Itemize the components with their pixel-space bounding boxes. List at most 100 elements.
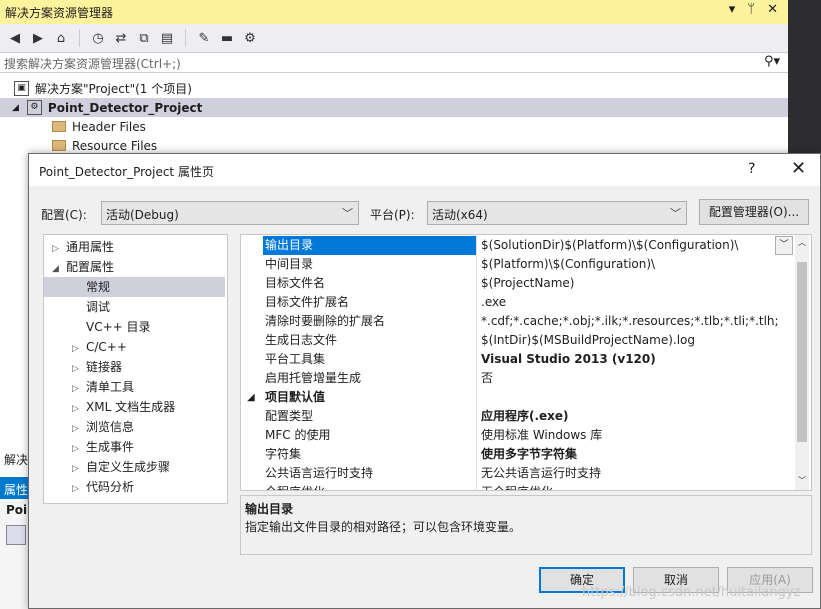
grid-row[interactable]: 中间目录 $(Platform)\$(Configuration)\ [241,255,795,274]
grid-row-value[interactable]: 无公共语言运行时支持 [481,464,779,483]
tree-item-label: 解决方案"Project"(1 个项目) [35,82,192,96]
sync-icon[interactable]: ⇄ [112,29,130,47]
nav-item[interactable]: ▷ XML 文档生成器 [44,397,225,417]
grid-row-value[interactable]: $(Platform)\$(Configuration)\ [481,255,779,274]
grid-category[interactable]: ◢ 项目默认值 [241,388,795,407]
nav-item[interactable]: 常规 [44,277,225,297]
preview-icon[interactable]: ▬ [218,29,236,47]
close-icon[interactable]: ✕ [767,2,778,17]
class-diagram-icon[interactable]: ⚙ [241,29,259,47]
config-select[interactable]: 活动(Debug) ﹀ [101,201,359,225]
grid-row[interactable]: 启用托管增量生成 否 [241,369,795,388]
nav-item[interactable]: ▷ 生成事件 [44,437,225,457]
expand-arrow-icon[interactable]: ▷ [72,479,86,499]
scrollbar-thumb[interactable] [797,262,807,442]
expand-arrow-icon[interactable]: ▷ [52,239,66,259]
chevron-down-icon[interactable]: ﹀ [775,236,793,255]
nav-item-label: 通用属性 [66,240,115,254]
config-select-value: 活动(Debug) [106,208,179,222]
nav-item-label: 链接器 [86,360,123,374]
grid-row[interactable]: 输出目录 $(SolutionDir)$(Platform)\$(Configur… [241,236,795,255]
forward-icon[interactable]: ▶ [29,29,47,47]
solution-tab-label[interactable]: 解决 [4,451,28,468]
expand-arrow-icon[interactable]: ▷ [72,339,86,359]
nav-item[interactable]: ▷ C/C++ [44,337,225,357]
help-icon[interactable]: ? [748,161,755,177]
nav-item[interactable]: ▷ 清单工具 [44,377,225,397]
grid-row[interactable]: 平台工具集 Visual Studio 2013 (v120) [241,350,795,369]
grid-row-value[interactable]: 应用程序(.exe) [481,407,779,426]
expand-arrow-icon[interactable]: ▷ [72,439,86,459]
nav-item[interactable]: 调试 [44,297,225,317]
grid-row-value[interactable]: 否 [481,369,779,388]
grid-row-name: 目标文件名 [265,276,326,290]
properties-wrench-icon[interactable]: ✎ [195,29,213,47]
chevron-down-icon: ﹀ [670,207,681,220]
grid-row-value[interactable]: 使用标准 Windows 库 [481,426,779,445]
property-nav-tree: ▷ 通用属性 ◢ 配置属性 常规 调试 VC++ 目录 ▷ C/C++ ▷ 链接器 ▷ 清单工具 ▷ XML… [43,234,228,504]
nav-item-label: 清单工具 [86,380,135,394]
toolbar-divider [79,29,80,47]
scroll-down-icon[interactable]: ﹀ [798,475,806,486]
history-icon[interactable]: ◷ [89,29,107,47]
tree-item-label: Point_Detector_Project [47,100,203,115]
grid-row[interactable]: 目标文件扩展名 .exe [241,293,795,312]
expand-arrow-icon[interactable]: ◢ [12,103,19,113]
grid-row[interactable]: 公共语言运行时支持 无公共语言运行时支持 [241,464,795,483]
nav-item-label: 生成事件 [86,440,135,454]
nav-item[interactable]: ▷ 浏览信息 [44,417,225,437]
grid-row-name: 清除时要删除的扩展名 [265,314,386,328]
grid-row-value[interactable]: 无全程序优化 [481,483,779,490]
expand-arrow-icon[interactable]: ▷ [72,359,86,379]
expand-arrow-icon[interactable]: ◢ [52,259,66,279]
config-manager-button[interactable]: 配置管理器(O)... [699,199,809,225]
grid-row[interactable]: 全程序优化无全程序优化 [241,483,795,490]
nav-item[interactable]: ▷ 链接器 [44,357,225,377]
expand-arrow-icon[interactable]: ▷ [72,399,86,419]
grid-row-name: 公共语言运行时支持 [265,466,374,480]
grid-row-name: MFC 的使用 [265,428,331,442]
nav-item[interactable]: VC++ 目录 [44,317,225,337]
search-icon[interactable]: ⚲▾ [764,54,780,69]
solution-explorer-title: 解决方案资源管理器 [5,6,114,20]
grid-row-value[interactable]: $(IntDir)$(MSBuildProjectName).log [481,331,779,350]
grid-row[interactable]: 字符集 使用多字节字符集 [241,445,795,464]
grid-row-value[interactable]: .exe [481,293,779,312]
pin-icon[interactable]: ᛘ [747,2,755,17]
grid-row[interactable]: 清除时要删除的扩展名 *.cdf;*.cache;*.obj;*.ilk;*.re… [241,312,795,331]
grid-row[interactable]: MFC 的使用 使用标准 Windows 库 [241,426,795,445]
grid-row-value[interactable]: Visual Studio 2013 (v120) [481,350,779,369]
expand-arrow-icon[interactable]: ▷ [72,379,86,399]
scroll-up-icon[interactable]: ︿ [798,237,806,248]
collapse-arrow-icon[interactable]: ◢ [247,388,255,407]
dropdown-icon[interactable]: ▾ [729,2,736,17]
platform-select[interactable]: 活动(x64) ﹀ [427,201,687,225]
home-icon[interactable]: ⌂ [52,29,70,47]
expand-arrow-icon[interactable]: ▷ [72,419,86,439]
grid-row-value[interactable]: $(ProjectName) [481,274,779,293]
nav-item-label: C/C++ [86,340,127,354]
tree-item-folder[interactable]: Header Files [52,117,146,136]
categorized-icon[interactable] [6,525,26,545]
nav-item[interactable]: ▷ 自定义生成步骤 [44,457,225,477]
nav-item[interactable]: ◢ 配置属性 [44,257,225,277]
close-icon[interactable]: ✕ [791,158,806,179]
grid-row-value[interactable]: 使用多字节字符集 [481,445,779,464]
nav-item[interactable]: ▷ 代码分析 [44,477,225,497]
tree-item-solution[interactable]: ▣ 解决方案"Project"(1 个项目) [14,79,192,98]
expand-arrow-icon[interactable]: ▷ [72,459,86,479]
show-all-files-icon[interactable]: ▤ [158,29,176,47]
grid-row-value[interactable]: *.cdf;*.cache;*.obj;*.ilk;*.resources;*.… [481,312,779,331]
solution-explorer-search[interactable]: 搜索解决方案资源管理器(Ctrl+;) ⚲▾ [0,52,788,73]
grid-row[interactable]: 生成日志文件 $(IntDir)$(MSBuildProjectName).log [241,331,795,350]
grid-scrollbar[interactable]: ︿ ﹀ [795,235,809,490]
grid-row[interactable]: 目标文件名 $(ProjectName) [241,274,795,293]
tree-item-project[interactable]: ◢ ⚙ Point_Detector_Project [0,98,800,117]
description-panel: 输出目录 指定输出文件目录的相对路径；可以包含环境变量。 [240,495,812,555]
grid-row[interactable]: 配置类型 应用程序(.exe) [241,407,795,426]
search-input[interactable]: 搜索解决方案资源管理器(Ctrl+;) [4,55,181,72]
collapse-all-icon[interactable]: ⧉ [135,29,153,47]
back-icon[interactable]: ◀ [6,29,24,47]
grid-row-value[interactable]: $(SolutionDir)$(Platform)\$(Configuratio… [481,236,779,255]
nav-item[interactable]: ▷ 通用属性 [44,237,225,257]
